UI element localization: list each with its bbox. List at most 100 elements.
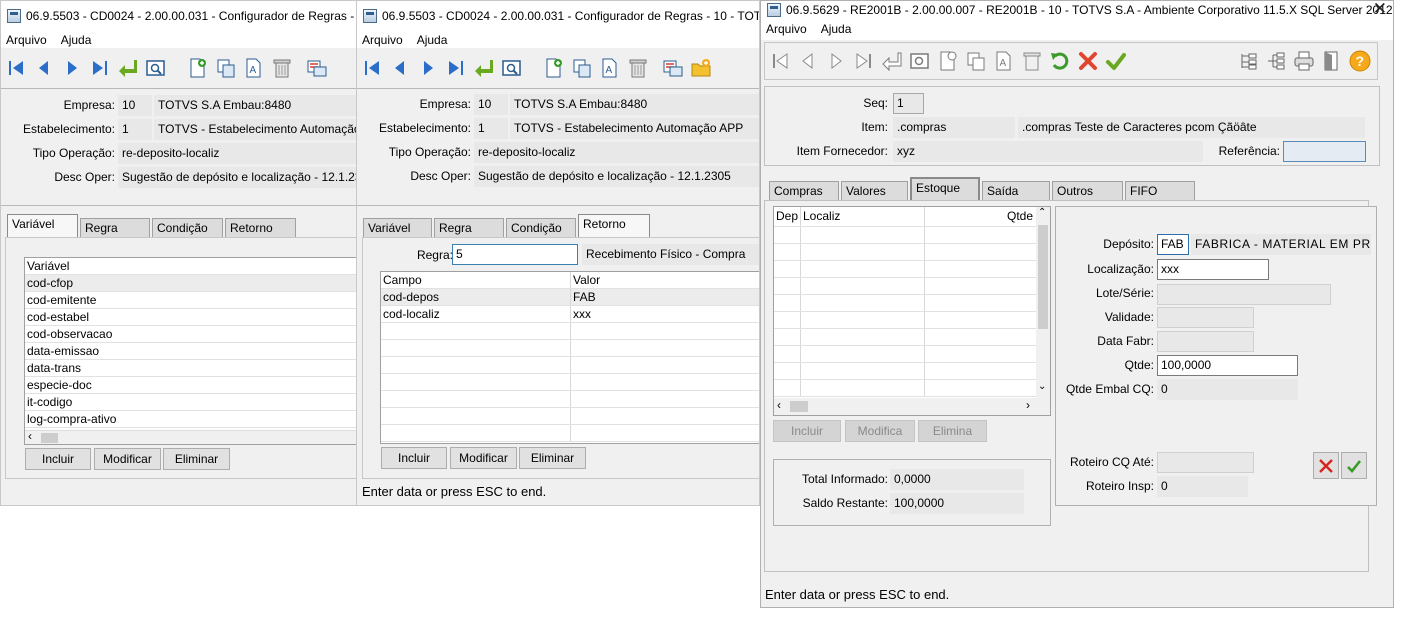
- table-row[interactable]: [774, 244, 1050, 261]
- close-icon[interactable]: ✕: [1373, 1, 1387, 19]
- eliminar-button[interactable]: Eliminar: [519, 447, 586, 469]
- previous-record-icon[interactable]: [33, 57, 55, 79]
- goto-icon[interactable]: [881, 50, 903, 72]
- variable-grid[interactable]: Variável cod-cfop cod-emitente cod-estabel…: [24, 257, 362, 445]
- scroll-thumb[interactable]: [1038, 225, 1048, 329]
- first-record-icon[interactable]: [769, 50, 791, 72]
- table-row[interactable]: [381, 357, 759, 374]
- horizontal-scrollbar[interactable]: ‹: [25, 429, 362, 444]
- validade-field[interactable]: [1157, 307, 1254, 328]
- menu-ajuda[interactable]: Ajuda: [417, 33, 448, 47]
- search-icon[interactable]: [909, 50, 931, 72]
- tree-collapse-icon[interactable]: [1237, 50, 1259, 72]
- goto-icon[interactable]: [473, 57, 495, 79]
- deposito-code-field[interactable]: FAB: [1157, 234, 1189, 255]
- roteiro-cq-field[interactable]: [1157, 452, 1254, 473]
- scroll-up-icon[interactable]: ⌃: [1038, 207, 1046, 218]
- window-titlebar[interactable]: 06.9.5503 - CD0024 - 2.00.00.031 - Confi…: [357, 1, 759, 31]
- modificar-button[interactable]: Modificar: [94, 448, 161, 470]
- desc-oper-field[interactable]: Sugestão de depósito e localização - 12.…: [118, 167, 362, 188]
- folder-add-icon[interactable]: [690, 57, 712, 79]
- copy-record-icon[interactable]: [571, 57, 593, 79]
- regra-input[interactable]: 5: [452, 244, 578, 265]
- table-row[interactable]: [774, 363, 1050, 380]
- table-row[interactable]: [381, 408, 759, 425]
- table-row[interactable]: cod-localiz xxx: [381, 306, 759, 323]
- edit-record-icon[interactable]: A: [243, 57, 265, 79]
- grid-incluir-button[interactable]: Incluir: [773, 420, 841, 442]
- previous-record-icon[interactable]: [389, 57, 411, 79]
- scroll-left-icon[interactable]: ‹: [28, 429, 32, 443]
- scroll-thumb[interactable]: [41, 433, 58, 443]
- window-titlebar[interactable]: 06.9.5629 - RE2001B - 2.00.00.007 - RE20…: [761, 1, 1393, 18]
- incluir-button[interactable]: Incluir: [25, 448, 91, 470]
- table-row[interactable]: [774, 227, 1050, 244]
- next-record-icon[interactable]: [825, 50, 847, 72]
- tab-retorno[interactable]: Retorno: [578, 214, 650, 238]
- tipo-operacao-field[interactable]: re-deposito-localiz: [118, 143, 362, 164]
- table-row[interactable]: data-emissao: [25, 343, 362, 360]
- last-record-icon[interactable]: [853, 50, 875, 72]
- item-code-field[interactable]: .compras: [893, 117, 1015, 138]
- empresa-code-field[interactable]: 10: [474, 94, 508, 115]
- horizontal-scrollbar[interactable]: ‹ ›: [774, 398, 1050, 415]
- new-record-icon[interactable]: [187, 57, 209, 79]
- regra-description-field[interactable]: Recebimento Físico - Compra: [582, 244, 759, 265]
- retorno-grid[interactable]: Campo Valor cod-depos FAB cod-localiz xxx: [380, 271, 759, 444]
- delete-record-icon[interactable]: [627, 57, 649, 79]
- tab-variavel[interactable]: Variável: [7, 214, 78, 238]
- table-row[interactable]: [774, 329, 1050, 346]
- help-icon[interactable]: ?: [1349, 50, 1371, 72]
- table-row[interactable]: cod-depos FAB: [381, 289, 759, 306]
- tab-outros[interactable]: Outros: [1052, 181, 1123, 201]
- table-row[interactable]: cod-emitente: [25, 292, 362, 309]
- last-record-icon[interactable]: [445, 57, 467, 79]
- estab-name-field[interactable]: TOTVS - Estabelecimento Automação APP: [154, 119, 362, 140]
- saldo-restante-field[interactable]: 100,0000: [890, 493, 1024, 514]
- table-row[interactable]: [774, 380, 1050, 397]
- item-fornecedor-field[interactable]: xyz: [893, 141, 1203, 162]
- confirm-icon[interactable]: [1105, 50, 1127, 72]
- menu-arquivo[interactable]: Arquivo: [6, 33, 47, 47]
- print-icon[interactable]: [1293, 50, 1315, 72]
- tab-saida[interactable]: Saída: [982, 181, 1050, 201]
- table-row[interactable]: [774, 261, 1050, 278]
- menu-arquivo[interactable]: Arquivo: [362, 33, 403, 47]
- new-record-icon[interactable]: [937, 50, 959, 72]
- table-row[interactable]: [774, 346, 1050, 363]
- copy-record-icon[interactable]: [965, 50, 987, 72]
- window-titlebar[interactable]: 06.9.5503 - CD0024 - 2.00.00.031 - Confi…: [1, 1, 362, 31]
- new-record-icon[interactable]: [543, 57, 565, 79]
- tab-condicao[interactable]: Condição: [152, 218, 223, 238]
- modificar-button[interactable]: Modificar: [450, 447, 517, 469]
- empresa-name-field[interactable]: TOTVS S.A Embau:8480: [510, 94, 759, 115]
- table-row[interactable]: log-compra-ativo: [25, 411, 362, 428]
- first-record-icon[interactable]: [5, 57, 27, 79]
- item-description-field[interactable]: .compras Teste de Caracteres pcom Çãöâte: [1018, 117, 1365, 138]
- previous-record-icon[interactable]: [797, 50, 819, 72]
- scroll-left-icon[interactable]: ‹: [777, 398, 781, 412]
- estab-name-field[interactable]: TOTVS - Estabelecimento Automação APP: [510, 118, 759, 139]
- tipo-operacao-field[interactable]: re-deposito-localiz: [474, 142, 759, 163]
- goto-icon[interactable]: [117, 57, 139, 79]
- estab-code-field[interactable]: 1: [474, 118, 508, 139]
- empresa-name-field[interactable]: TOTVS S.A Embau:8480: [154, 95, 362, 116]
- empresa-code-field[interactable]: 10: [118, 95, 152, 116]
- table-row[interactable]: [774, 312, 1050, 329]
- last-record-icon[interactable]: [89, 57, 111, 79]
- edit-record-icon[interactable]: A: [993, 50, 1015, 72]
- qtde-embal-cq-field[interactable]: 0: [1157, 379, 1298, 400]
- next-record-icon[interactable]: [417, 57, 439, 79]
- search-icon[interactable]: [145, 57, 167, 79]
- first-record-icon[interactable]: [361, 57, 383, 79]
- table-row[interactable]: especie-doc: [25, 377, 362, 394]
- table-row[interactable]: it-codigo: [25, 394, 362, 411]
- table-row[interactable]: data-trans: [25, 360, 362, 377]
- lote-serie-field[interactable]: [1157, 284, 1331, 305]
- cancel-icon[interactable]: [1077, 50, 1099, 72]
- export-icon[interactable]: [662, 57, 684, 79]
- tab-retorno[interactable]: Retorno: [225, 218, 296, 238]
- table-row[interactable]: [774, 278, 1050, 295]
- scroll-right-icon[interactable]: ›: [1026, 398, 1030, 412]
- tab-variavel[interactable]: Variável: [363, 218, 432, 238]
